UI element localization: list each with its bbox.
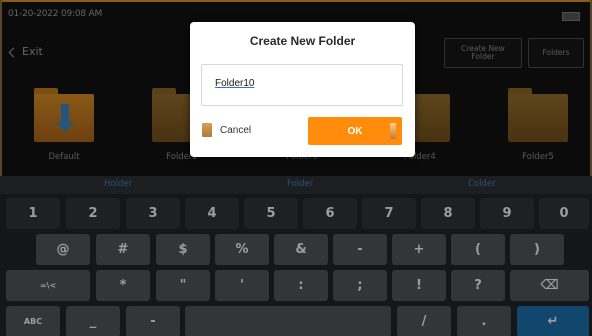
hand-icon <box>390 123 396 139</box>
cancel-label: Cancel <box>220 124 252 136</box>
folder-name-value: Folder10 <box>215 78 255 89</box>
dialog-title: Create New Folder <box>249 34 356 48</box>
cancel-button[interactable]: Cancel <box>202 119 251 141</box>
folder-name-input[interactable]: Folder10 <box>201 64 403 106</box>
hand-icon <box>202 123 212 137</box>
create-folder-dialog: Create New Folder Folder10 Cancel OK <box>190 22 415 157</box>
screen: 01-20-2022 09:08 AM Exit Create New Fold… <box>0 0 592 336</box>
ok-label: OK <box>347 125 363 137</box>
ok-button[interactable]: OK <box>308 117 402 145</box>
